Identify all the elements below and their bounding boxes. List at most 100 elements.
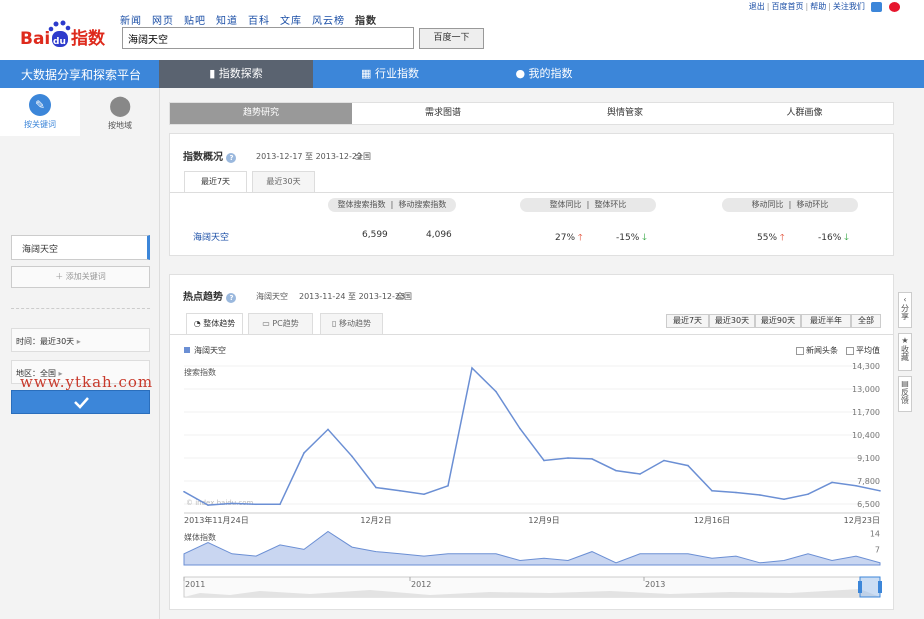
main-nav-bar: 大数据分享和探索平台 ▮ 指数探索 ▦ 行业指数 ● 我的指数 [0, 60, 924, 88]
chart-watermark: © index.baidu.com [186, 499, 254, 507]
time-filter-label: 时间：最近30天 [16, 337, 75, 346]
nav-wenku[interactable]: 文库 [280, 16, 302, 27]
data-point [759, 494, 761, 496]
y-tick-label: 14,300 [852, 362, 880, 371]
baidu-index-logo[interactable]: Bai du 指数 [20, 18, 116, 50]
share-label: 分享 [900, 304, 910, 320]
data-point [615, 469, 617, 472]
sidebar-tab-keyword-label: 按关键词 [24, 120, 56, 129]
tieba-icon[interactable] [871, 1, 883, 12]
logo-du: du [53, 37, 66, 47]
data-point [423, 493, 425, 495]
user-icon: ● [515, 67, 526, 80]
site-watermark: www.ytkah.com [20, 373, 154, 391]
content-tabs: 趋势研究 需求图谱 舆情管家 人群画像 [169, 102, 894, 125]
help-icon[interactable]: ? [226, 153, 237, 163]
platform-title: 大数据分享和探索平台 [21, 68, 142, 82]
tab-industry-index-label: 行业指数 [374, 67, 419, 80]
tab-trend-research[interactable]: 趋势研究 [170, 103, 352, 124]
overview-keyword-link[interactable]: 海阔天空 [193, 230, 229, 243]
search-input[interactable] [122, 27, 414, 49]
confirm-button[interactable] [11, 390, 150, 414]
y-tick-label: 9,100 [857, 454, 880, 463]
overall-yoy-value: 27% 🡑 [555, 233, 583, 243]
comment-icon: ▤ [901, 379, 909, 388]
tab-sentiment[interactable]: 舆情管家 [534, 103, 716, 124]
tab-industry-index[interactable]: ▦ 行业指数 [313, 60, 467, 88]
baidu-home-link[interactable]: 百度首页 [772, 2, 804, 11]
checkmark-icon [74, 397, 89, 409]
data-point [255, 503, 257, 506]
subtab-last-30-days[interactable]: 最近30天 [252, 171, 315, 193]
tab-demographics[interactable]: 人群画像 [716, 103, 893, 124]
data-point [327, 428, 329, 431]
add-keyword-button[interactable]: ＋ 添加关键词 [11, 266, 150, 288]
top-links: 退出 | 百度首页 | 帮助 | 关注我们 [747, 1, 902, 12]
favorite-tool[interactable]: ★ 收藏 [898, 333, 912, 371]
product-nav: 新闻 网页 贴吧 知道 百科 文库 风云榜 指数 [120, 12, 387, 27]
tab-index-explore[interactable]: ▮ 指数探索 [159, 60, 313, 88]
data-point [807, 493, 809, 495]
sidebar-tab-region[interactable]: ⬤ 按地域 [80, 88, 160, 136]
follow-us-link[interactable]: 关注我们 [833, 2, 865, 11]
overall-mom-value: -15% 🡓 [616, 233, 647, 243]
y-tick-label: 7,800 [857, 477, 880, 486]
nav-tieba[interactable]: 贴吧 [184, 16, 206, 27]
feedback-label: 反馈 [900, 388, 910, 404]
search-button[interactable]: 百度一下 [419, 28, 484, 49]
keyword-item[interactable]: 海阔天空 [11, 235, 150, 260]
feedback-tool[interactable]: ▤ 反馈 [898, 376, 912, 412]
share-icon: ‹ [903, 295, 907, 304]
caret-right-icon: ▸ [76, 337, 81, 346]
weibo-icon[interactable] [889, 1, 900, 12]
data-point [711, 490, 713, 492]
nav-index: 指数 [355, 16, 377, 27]
divider [170, 192, 893, 193]
media-y-tick-label: 7 [875, 545, 880, 554]
pencil-icon: ✎ [29, 94, 51, 116]
help-link[interactable]: 帮助 [810, 2, 826, 11]
logo-zhishu: 指数 [71, 28, 106, 49]
overview-panel: 指数概况 ? 2013-12-17 至 2013-12-23 全国 最近7天 最… [169, 133, 894, 256]
nav-web[interactable]: 网页 [152, 16, 174, 27]
favorite-label: 收藏 [900, 345, 910, 361]
data-point [783, 498, 785, 501]
data-point [519, 427, 521, 430]
data-point [663, 459, 665, 462]
tab-my-index[interactable]: ● 我的指数 [467, 60, 621, 88]
pill-overall-ratio: 整体同比 | 整体环比 [520, 198, 656, 212]
arrow-up-icon: 🡑 [779, 233, 785, 243]
overall-index-value: 6,599 [362, 230, 388, 240]
tab-demand-map[interactable]: 需求图谱 [352, 103, 534, 124]
data-point [831, 481, 833, 484]
x-tick-label: 2013年11月24日 [184, 515, 249, 525]
arrow-down-icon: 🡓 [642, 233, 647, 243]
logout-link[interactable]: 退出 [749, 2, 765, 11]
trend-panel: 热点趋势 ? 海阔天空 2013-11-24 至 2013-12-23 全国 ◔… [169, 274, 894, 610]
arrow-down-icon: 🡓 [844, 233, 849, 243]
nav-zhidao[interactable]: 知道 [216, 16, 238, 27]
subtab-last-7-days[interactable]: 最近7天 [184, 171, 247, 193]
navigator-handle-left [858, 581, 862, 593]
add-keyword-label: 添加关键词 [65, 272, 106, 281]
star-icon: ★ [901, 336, 909, 345]
data-point [543, 459, 545, 462]
y-axis-label: 搜索指数 [184, 367, 216, 377]
nav-news[interactable]: 新闻 [120, 16, 142, 27]
series-area-media-index [183, 530, 881, 566]
trend-chart[interactable]: 14,300 13,000 11,700 10,400 9,100 7,800 6,500 搜… [170, 275, 893, 609]
bar-chart-icon: ▮ [209, 67, 216, 80]
nav-baike[interactable]: 百科 [248, 16, 270, 27]
share-tool[interactable]: ‹ 分享 [898, 292, 912, 328]
data-point [231, 502, 233, 505]
y-tick-label: 13,000 [852, 385, 880, 394]
y-tick-label: 11,700 [852, 408, 880, 417]
data-point [567, 457, 569, 459]
data-point [687, 464, 689, 467]
nav-top[interactable]: 风云榜 [312, 16, 345, 27]
overview-region: 全国 [355, 152, 371, 161]
sidebar-tab-keyword[interactable]: ✎ 按关键词 [0, 88, 80, 136]
data-point [303, 452, 305, 454]
x-tick-label: 12月16日 [694, 516, 730, 525]
time-filter[interactable]: 时间：最近30天 ▸ [11, 328, 150, 352]
